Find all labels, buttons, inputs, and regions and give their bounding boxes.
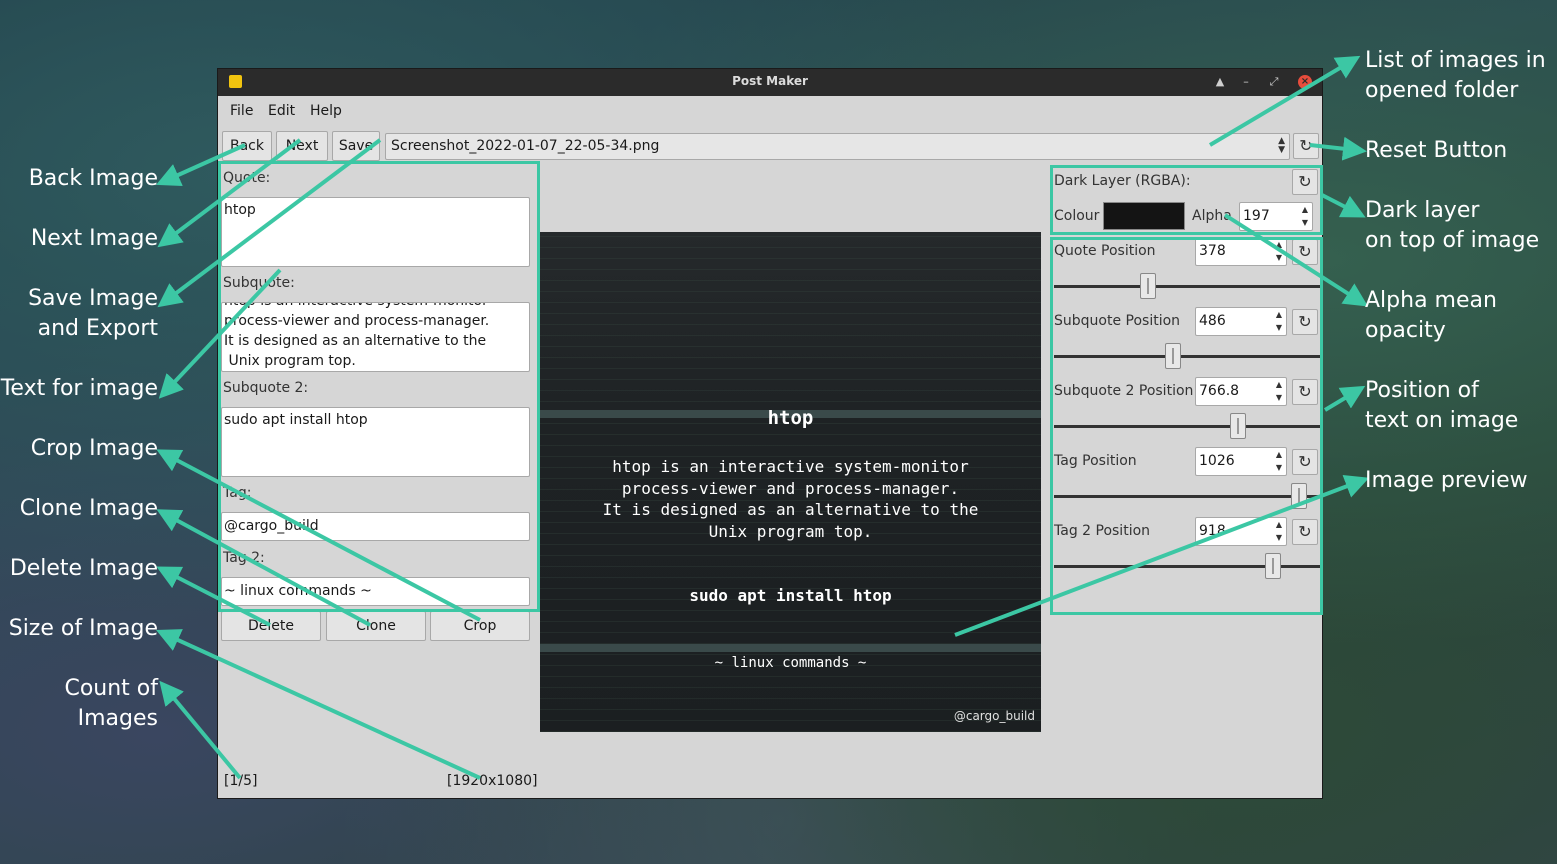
annotation-crop: Crop Image <box>30 436 158 461</box>
text-inputs-highlight <box>218 161 540 612</box>
combobox-value: Screenshot_2022-01-07_22-05-34.png <box>391 138 660 154</box>
preview-footer-band <box>540 644 1041 652</box>
back-button[interactable]: Back <box>222 131 272 161</box>
menu-file[interactable]: File <box>230 103 253 119</box>
annotation-dark-layer: Dark layer on top of image <box>1365 198 1540 253</box>
preview-tag: @cargo_build <box>953 709 1035 723</box>
annotation-delete: Delete Image <box>9 556 158 581</box>
next-button[interactable]: Next <box>276 131 328 161</box>
image-list-combobox[interactable]: Screenshot_2022-01-07_22-05-34.png ▲ ▼ <box>385 133 1290 160</box>
preview-tag2: ~ linux commands ~ <box>714 655 867 671</box>
annotation-next: Next Image <box>30 226 158 251</box>
annotation-clone: Clone Image <box>19 496 158 521</box>
reset-list-icon[interactable]: ↻ <box>1293 133 1319 159</box>
annotation-reset: Reset Button <box>1365 138 1508 163</box>
crop-button[interactable]: Crop <box>430 611 530 641</box>
annotation-size: Size of Image <box>8 616 158 641</box>
maximize-icon[interactable]: ⤢ <box>1267 75 1281 89</box>
image-preview: htop htop is an interactive system-monit… <box>540 232 1041 732</box>
annotation-list: List of images in opened folder <box>1365 48 1546 103</box>
save-button[interactable]: Save <box>332 131 380 161</box>
combobox-arrows-icon: ▲ ▼ <box>1278 136 1285 155</box>
title-bar: Post Maker ▲ – ⤢ × <box>218 69 1322 96</box>
menu-edit[interactable]: Edit <box>268 103 295 119</box>
window-title: Post Maker <box>732 74 808 88</box>
menu-help[interactable]: Help <box>310 103 342 119</box>
delete-button[interactable]: Delete <box>221 611 321 641</box>
annotation-alpha: Alpha mean opacity <box>1365 288 1497 343</box>
annotation-position: Position of text on image <box>1365 378 1519 433</box>
annotation-count: Count of Images <box>64 676 158 731</box>
preview-quote: htop <box>767 407 814 429</box>
preview-subquote: htop is an interactive system-monitor pr… <box>602 457 979 541</box>
dark-layer-highlight <box>1050 165 1323 235</box>
keep-above-icon[interactable]: ▲ <box>1213 75 1227 89</box>
annotation-preview: Image preview <box>1365 468 1528 493</box>
post-maker-window: Post Maker ▲ – ⤢ × File Edit Help Back N… <box>217 68 1323 799</box>
close-icon[interactable]: × <box>1298 75 1312 89</box>
annotation-save: Save Image and Export <box>28 286 158 341</box>
clone-button[interactable]: Clone <box>326 611 426 641</box>
image-size: [1920x1080] <box>447 773 538 789</box>
minimize-icon[interactable]: – <box>1239 75 1253 89</box>
preview-subquote2: sudo apt install htop <box>689 586 892 605</box>
menu-bar: File Edit Help <box>218 96 1322 127</box>
image-count: [1/5] <box>224 773 258 789</box>
position-controls-highlight <box>1050 237 1323 615</box>
annotation-back: Back Image <box>28 166 158 191</box>
annotation-text: Text for image <box>0 376 158 401</box>
